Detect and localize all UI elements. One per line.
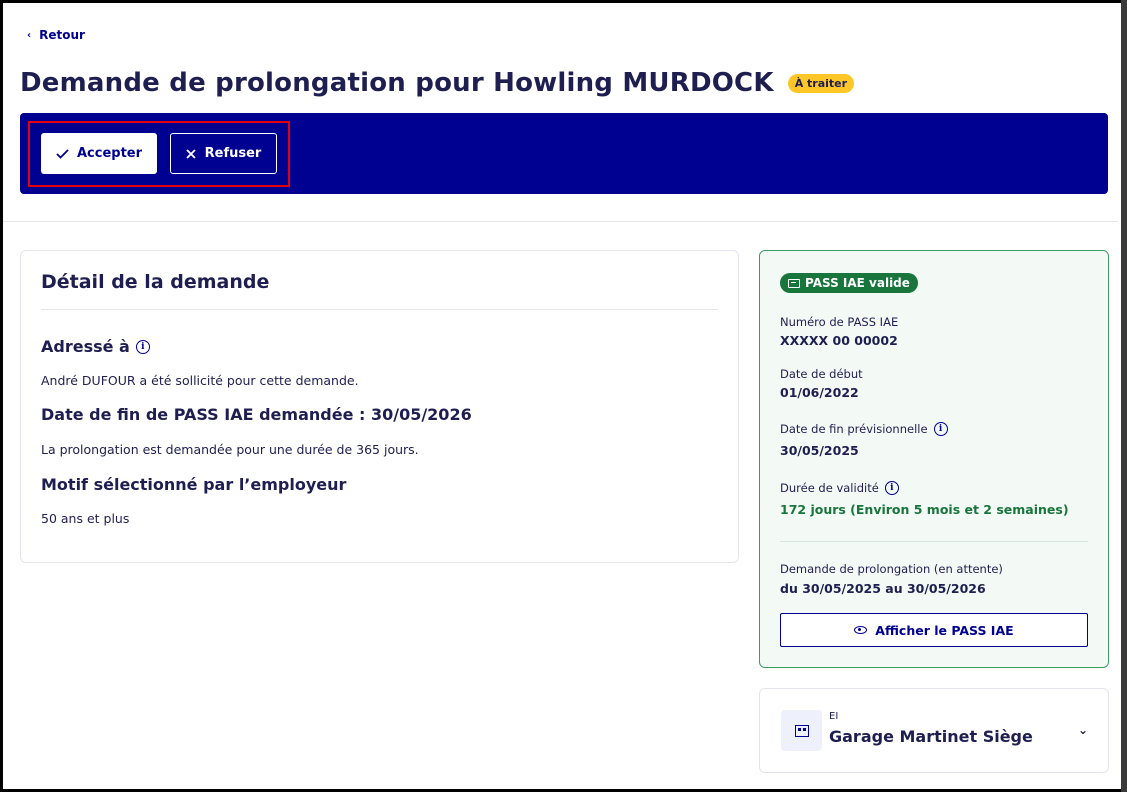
- building-icon: [781, 710, 822, 751]
- extension-label: Demande de prolongation (en attente): [780, 562, 1003, 576]
- title-row: Demande de prolongation pour Howling MUR…: [20, 68, 855, 98]
- reason-heading: Motif sélectionné par l’employeur: [41, 475, 347, 494]
- validity-value: 172 jours (Environ 5 mois et 2 semaines): [780, 502, 1069, 517]
- action-bar: Accepter Refuser: [20, 113, 1108, 194]
- id-card-icon: [788, 278, 800, 288]
- page-title: Demande de prolongation pour Howling MUR…: [20, 68, 774, 98]
- start-date-label: Date de début: [780, 367, 863, 381]
- accept-button[interactable]: Accepter: [41, 133, 157, 174]
- show-pass-label: Afficher le PASS IAE: [875, 622, 1014, 638]
- detail-title: Détail de la demande: [41, 271, 270, 293]
- company-card[interactable]: EI Garage Martinet Siège ⌄: [759, 688, 1109, 773]
- end-date-label-text: Date de fin prévisionnelle: [780, 422, 928, 436]
- pass-iae-card: PASS IAE valide Numéro de PASS IAE XXXXX…: [759, 250, 1109, 668]
- company-type: EI: [829, 711, 839, 722]
- detail-divider: [41, 309, 718, 310]
- chevron-down-icon[interactable]: ⌄: [1078, 723, 1088, 737]
- eye-icon: [854, 626, 868, 634]
- back-link-label: Retour: [39, 28, 85, 42]
- refuse-button-label: Refuser: [204, 146, 262, 161]
- end-date-label: Date de fin prévisionnelle i: [780, 422, 948, 436]
- reason-text: 50 ans et plus: [41, 511, 130, 526]
- accept-button-label: Accepter: [76, 146, 143, 161]
- info-icon[interactable]: i: [135, 339, 150, 354]
- refuse-button[interactable]: Refuser: [170, 133, 277, 174]
- chevron-left-icon: ‹: [27, 29, 32, 41]
- back-link[interactable]: ‹ Retour: [27, 28, 85, 42]
- addressed-heading-label: Adressé à: [41, 337, 130, 356]
- request-detail-card: Détail de la demande Adressé à i André D…: [20, 250, 739, 563]
- check-icon: [56, 148, 69, 159]
- company-name: Garage Martinet Siège: [829, 727, 1033, 746]
- extension-value: du 30/05/2025 au 30/05/2026: [780, 581, 986, 596]
- end-date-heading: Date de fin de PASS IAE demandée : 30/05…: [41, 405, 472, 424]
- show-pass-button[interactable]: Afficher le PASS IAE: [780, 613, 1088, 647]
- end-date-value: 30/05/2025: [780, 443, 859, 458]
- duration-text: La prolongation est demandée pour une du…: [41, 442, 419, 457]
- start-date-value: 01/06/2022: [780, 385, 859, 400]
- pass-status-badge: PASS IAE valide: [780, 273, 918, 293]
- addressed-text: André DUFOUR a été sollicité pour cette …: [41, 373, 359, 388]
- pass-divider: [780, 541, 1088, 542]
- divider: [3, 221, 1118, 222]
- pass-status-label: PASS IAE valide: [805, 276, 910, 290]
- info-icon[interactable]: i: [933, 422, 948, 436]
- validity-label: Durée de validité i: [780, 481, 899, 495]
- close-icon: [186, 148, 196, 159]
- validity-label-text: Durée de validité: [780, 481, 879, 495]
- pass-number-value: XXXXX 00 00002: [780, 333, 898, 348]
- pass-number-label: Numéro de PASS IAE: [780, 315, 899, 329]
- info-icon[interactable]: i: [884, 481, 899, 495]
- status-badge: À traiter: [787, 73, 855, 93]
- addressed-heading: Adressé à i: [41, 337, 150, 356]
- frame-shadow: [1121, 0, 1127, 792]
